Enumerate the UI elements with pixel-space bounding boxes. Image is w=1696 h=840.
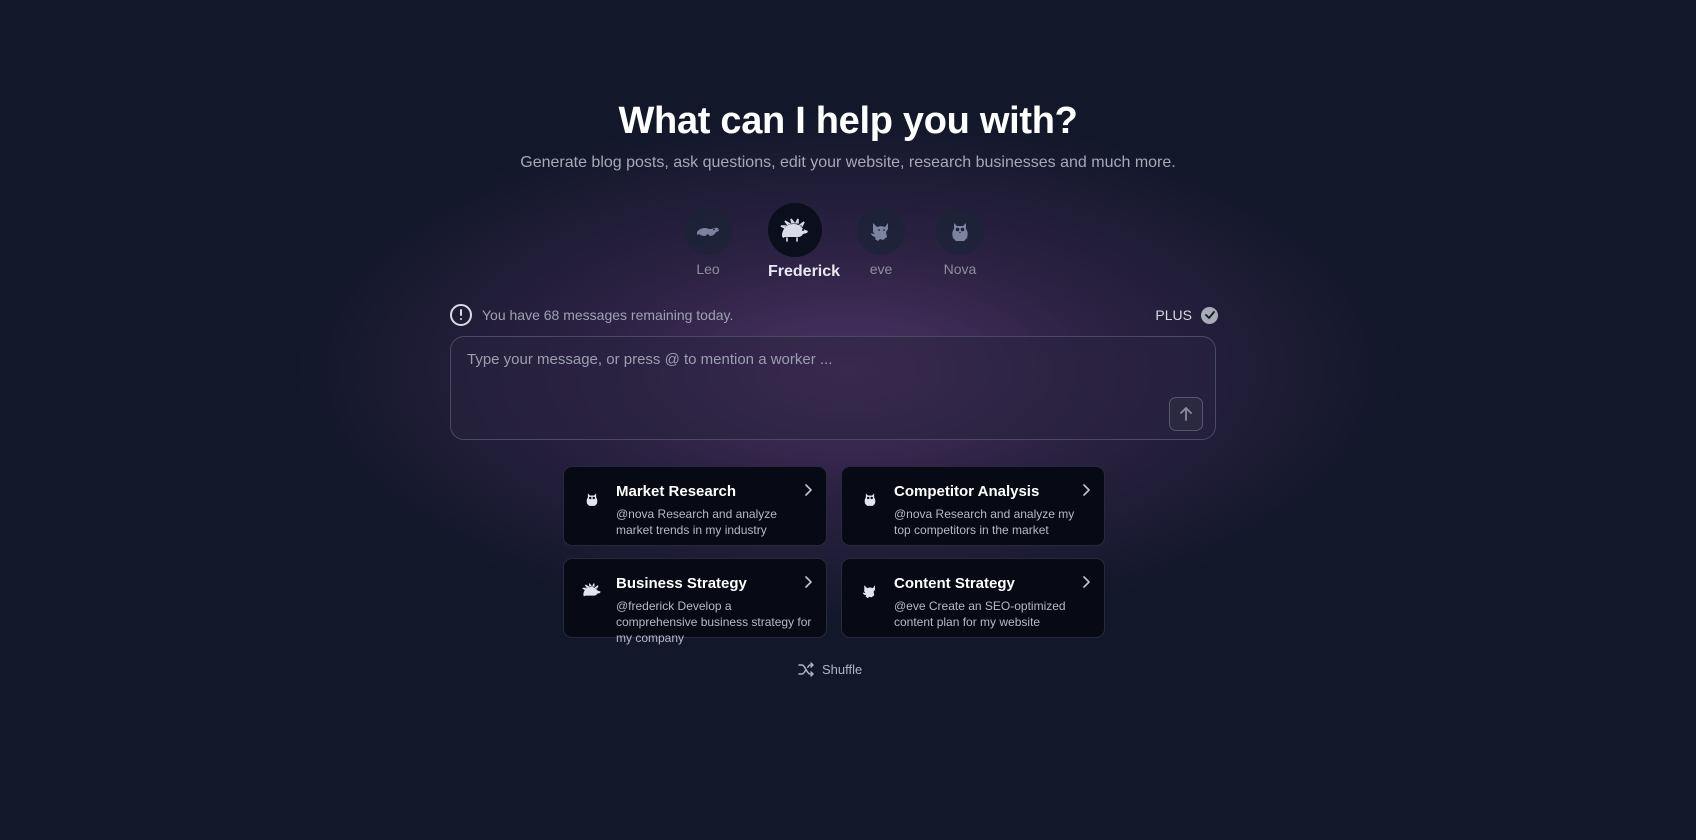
owl-icon <box>936 207 984 255</box>
worker-nova[interactable]: Nova <box>936 207 984 277</box>
shuffle-icon <box>798 661 814 677</box>
hedgehog-icon <box>580 579 604 603</box>
fox-icon <box>858 579 882 603</box>
suggestion-card-business-strategy[interactable]: Business Strategy @frederick Develop a c… <box>563 558 827 645</box>
shuffle-label: Shuffle <box>822 661 863 677</box>
worker-frederick[interactable]: Frederick <box>768 203 841 281</box>
suggestion-title: Market Research <box>616 483 737 500</box>
hedgehog-icon <box>768 203 822 257</box>
suggestion-title: Business Strategy <box>616 575 747 592</box>
owl-icon <box>858 487 882 511</box>
fox-icon <box>857 207 905 255</box>
worker-name: Frederick <box>768 263 841 280</box>
chat-home: What can I help you with? Generate blog … <box>0 0 1696 840</box>
chevron-right-icon <box>1082 575 1090 593</box>
check-circle-icon <box>1201 306 1218 324</box>
plan-label: PLUS <box>1155 307 1192 323</box>
message-input[interactable] <box>467 351 1167 411</box>
platypus-icon <box>684 207 732 255</box>
arrow-up-icon <box>1180 407 1192 421</box>
messages-remaining-text: You have 68 messages remaining today. <box>482 307 734 323</box>
suggestion-card-competitor-analysis[interactable]: Competitor Analysis @nova Research and a… <box>841 466 1105 546</box>
owl-icon <box>580 487 604 511</box>
alert-circle-icon <box>450 304 472 326</box>
page-subtitle: Generate blog posts, ask questions, edit… <box>520 154 1176 171</box>
suggestion-title: Content Strategy <box>894 575 1015 592</box>
message-limit-info: You have 68 messages remaining today. <box>450 304 733 326</box>
suggestion-description: @frederick Develop a comprehensive busin… <box>616 599 812 645</box>
chevron-right-icon <box>1082 483 1090 501</box>
worker-name: Nova <box>943 261 977 277</box>
shuffle-button[interactable]: Shuffle <box>798 658 862 680</box>
plan-badge: PLUS <box>1155 306 1218 324</box>
worker-leo[interactable]: Leo <box>684 207 732 277</box>
suggestion-card-content-strategy[interactable]: Content Strategy @eve Create an SEO-opti… <box>841 558 1105 638</box>
worker-name: Leo <box>696 261 720 277</box>
send-button[interactable] <box>1169 397 1203 431</box>
page-title: What can I help you with? <box>618 100 1078 142</box>
suggestion-title: Competitor Analysis <box>894 483 1040 500</box>
worker-eve[interactable]: eve <box>857 207 905 277</box>
suggestion-description: @eve Create an SEO-optimized content pla… <box>894 599 1066 629</box>
message-composer <box>450 336 1216 440</box>
chevron-right-icon <box>804 575 812 593</box>
suggestion-description: @nova Research and analyze market trends… <box>616 507 777 537</box>
worker-name: eve <box>869 261 893 277</box>
chevron-right-icon <box>804 483 812 501</box>
message-limit-bar: You have 68 messages remaining today. PL… <box>450 304 1218 326</box>
suggestion-description: @nova Research and analyze my top compet… <box>894 507 1075 537</box>
suggestion-card-market-research[interactable]: Market Research @nova Research and analy… <box>563 466 827 546</box>
